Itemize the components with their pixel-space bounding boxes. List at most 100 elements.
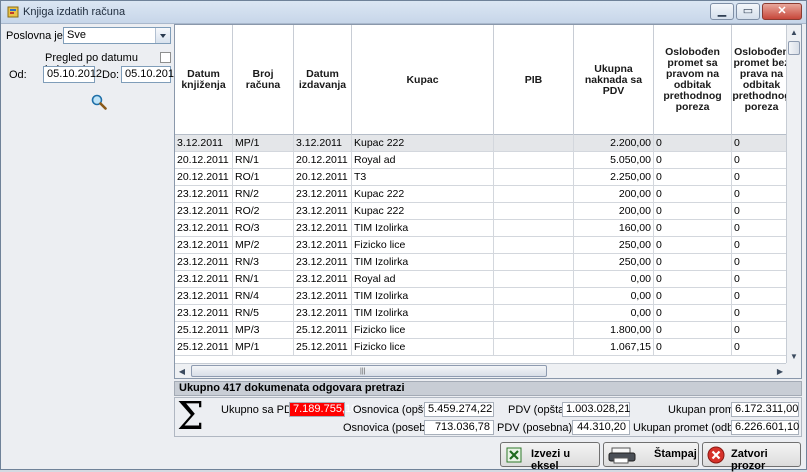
cell-datum-izdavanja: 23.12.2011 [294, 220, 352, 236]
column-header-oslobodjen-bez-prava[interactable]: Oslobođen promet bez prava na odbitak pr… [732, 25, 792, 135]
print-button[interactable]: Štampaj [603, 442, 699, 467]
filter-panel: Poslovna jedinica: Sve Pregled po datumu… [1, 24, 180, 379]
table-row[interactable]: 20.12.2011 RN/1 20.12.2011 Royal ad 5.050,00… [175, 152, 792, 169]
cell-broj-racuna: RO/2 [233, 203, 294, 219]
scroll-left-icon[interactable]: ◀ [175, 364, 189, 378]
cell-oslobodjen-bez-prava: 0 [732, 322, 792, 338]
table-row[interactable]: 20.12.2011 RO/1 20.12.2011 T3 2.250,00 0 0 [175, 169, 792, 186]
cell-pib [494, 288, 574, 304]
excel-icon [506, 447, 522, 463]
scroll-up-icon[interactable]: ▲ [787, 25, 801, 40]
cell-oslobodjen-bez-prava: 0 [732, 339, 792, 355]
cell-oslobodjen-sa-pravom: 0 [654, 152, 732, 168]
export-excel-button[interactable]: Izvezi u eksel [500, 442, 600, 472]
minimize-button[interactable]: ▁ [710, 3, 734, 20]
cell-oslobodjen-bez-prava: 0 [732, 169, 792, 185]
table-row[interactable]: 23.12.2011 RN/5 23.12.2011 TIM Izolirka 0,00… [175, 305, 792, 322]
cell-oslobodjen-sa-pravom: 0 [654, 220, 732, 236]
cell-kupac: Kupac 222 [352, 186, 494, 202]
invoices-grid[interactable]: Datum knjiženja Broj računa Datum izdavanj… [174, 24, 802, 379]
horizontal-scrollbar[interactable]: ◀ ||| ▶ [175, 363, 787, 378]
cell-kupac: Fizicko lice [352, 339, 494, 355]
table-row[interactable]: 23.12.2011 RN/1 23.12.2011 Royal ad 0,00 0 0 [175, 271, 792, 288]
export-label: Izvezi u eksel [531, 448, 571, 472]
window-title: Knjiga izdatih računa [23, 6, 126, 18]
cell-pib [494, 220, 574, 236]
cell-datum-izdavanja: 23.12.2011 [294, 237, 352, 253]
cell-kupac: T3 [352, 169, 494, 185]
close-label: Zatvori prozor [731, 448, 768, 472]
cell-datum-knjizenja: 20.12.2011 [175, 152, 233, 168]
cell-datum-izdavanja: 23.12.2011 [294, 271, 352, 287]
cell-ukupna-naknada: 1.067,15 [574, 339, 654, 355]
to-date-input[interactable]: 05.10.2012 [121, 66, 180, 83]
cell-datum-knjizenja: 23.12.2011 [175, 186, 233, 202]
close-window-button[interactable]: ✕ [762, 3, 802, 20]
table-row[interactable]: 23.12.2011 RN/3 23.12.2011 TIM Izolirka 250,… [175, 254, 792, 271]
cell-pib [494, 339, 574, 355]
table-row[interactable]: 23.12.2011 RN/2 23.12.2011 Kupac 222 200,00 0… [175, 186, 792, 203]
pdv-posebna-value: 44.310,20 [572, 420, 630, 435]
close-icon: ✕ [777, 5, 787, 17]
column-header-oslobodjen-sa-pravom[interactable]: Oslobođen promet sa pravom na odbitak pr… [654, 25, 732, 135]
cell-datum-izdavanja: 23.12.2011 [294, 305, 352, 321]
cell-kupac: Royal ad [352, 152, 494, 168]
from-date-input[interactable]: 05.10.2012 [43, 66, 102, 83]
grid-header: Datum knjiženja Broj računa Datum izdavanj… [175, 25, 792, 135]
cell-ukupna-naknada: 200,00 [574, 203, 654, 219]
cell-pib [494, 271, 574, 287]
horizontal-scroll-thumb[interactable]: ||| [191, 365, 547, 377]
pdv-posebna-label: PDV (posebna): [497, 422, 576, 434]
column-header-pib[interactable]: PIB [494, 25, 574, 135]
cell-ukupna-naknada: 0,00 [574, 288, 654, 304]
table-row[interactable]: 25.12.2011 MP/1 25.12.2011 Fizicko lice 1.06… [175, 339, 792, 356]
cell-oslobodjen-sa-pravom: 0 [654, 271, 732, 287]
cell-oslobodjen-sa-pravom: 0 [654, 186, 732, 202]
vertical-scrollbar[interactable]: ▲ ▼ [786, 25, 801, 364]
from-label: Od: [9, 69, 27, 81]
table-row[interactable]: 23.12.2011 RN/4 23.12.2011 TIM Izolirka 0,00… [175, 288, 792, 305]
cell-broj-racuna: RO/1 [233, 169, 294, 185]
osnovica-posebna-value: 713.036,78 [424, 420, 494, 435]
cell-pib [494, 186, 574, 202]
cell-kupac: TIM Izolirka [352, 288, 494, 304]
cell-kupac: Royal ad [352, 271, 494, 287]
vertical-scroll-thumb[interactable] [788, 41, 800, 55]
cell-broj-racuna: MP/2 [233, 237, 294, 253]
column-header-broj-racuna[interactable]: Broj računa [233, 25, 294, 135]
cell-datum-izdavanja: 3.12.2011 [294, 135, 352, 151]
column-header-kupac[interactable]: Kupac [352, 25, 494, 135]
search-icon[interactable] [91, 94, 107, 110]
table-row[interactable]: 25.12.2011 MP/3 25.12.2011 Fizicko lice 1.80… [175, 322, 792, 339]
cell-datum-izdavanja: 23.12.2011 [294, 288, 352, 304]
unit-select[interactable]: Sve [63, 27, 171, 44]
table-row[interactable]: 23.12.2011 RO/3 23.12.2011 TIM Izolirka 160,… [175, 220, 792, 237]
cell-datum-knjizenja: 20.12.2011 [175, 169, 233, 185]
cell-datum-knjizenja: 23.12.2011 [175, 305, 233, 321]
cell-ukupna-naknada: 2.200,00 [574, 135, 654, 151]
cell-ukupna-naknada: 2.250,00 [574, 169, 654, 185]
close-form-button[interactable]: Zatvori prozor [702, 442, 801, 472]
table-row[interactable]: 23.12.2011 MP/2 23.12.2011 Fizicko lice 250,… [175, 237, 792, 254]
cell-oslobodjen-bez-prava: 0 [732, 271, 792, 287]
table-row[interactable]: 23.12.2011 RO/2 23.12.2011 Kupac 222 200,00 0… [175, 203, 792, 220]
ukupno-sa-pdv-value: 7.189.755,10 [289, 402, 357, 417]
result-count-status: Ukupno 417 dokumenata odgovara pretrazi [174, 381, 802, 396]
scroll-down-icon[interactable]: ▼ [787, 349, 801, 364]
column-header-datum-izdavanja[interactable]: Datum izdavanja [294, 25, 352, 135]
cell-datum-izdavanja: 23.12.2011 [294, 203, 352, 219]
column-header-ukupna-naknada[interactable]: Ukupna naknada sa PDV [574, 25, 654, 135]
cell-ukupna-naknada: 5.050,00 [574, 152, 654, 168]
cell-broj-racuna: RN/3 [233, 254, 294, 270]
date-filter-checkbox[interactable] [160, 52, 171, 63]
chevron-down-icon[interactable] [155, 28, 170, 43]
cell-kupac: Kupac 222 [352, 203, 494, 219]
cell-oslobodjen-sa-pravom: 0 [654, 305, 732, 321]
cell-pib [494, 135, 574, 151]
maximize-button[interactable]: ▭ [736, 3, 760, 20]
scroll-right-icon[interactable]: ▶ [773, 364, 787, 378]
cell-ukupna-naknada: 250,00 [574, 237, 654, 253]
table-row[interactable]: 3.12.2011 MP/1 3.12.2011 Kupac 222 2.200,00 0… [175, 135, 792, 152]
column-header-datum-knjizenja[interactable]: Datum knjiženja [175, 25, 233, 135]
cell-oslobodjen-sa-pravom: 0 [654, 169, 732, 185]
